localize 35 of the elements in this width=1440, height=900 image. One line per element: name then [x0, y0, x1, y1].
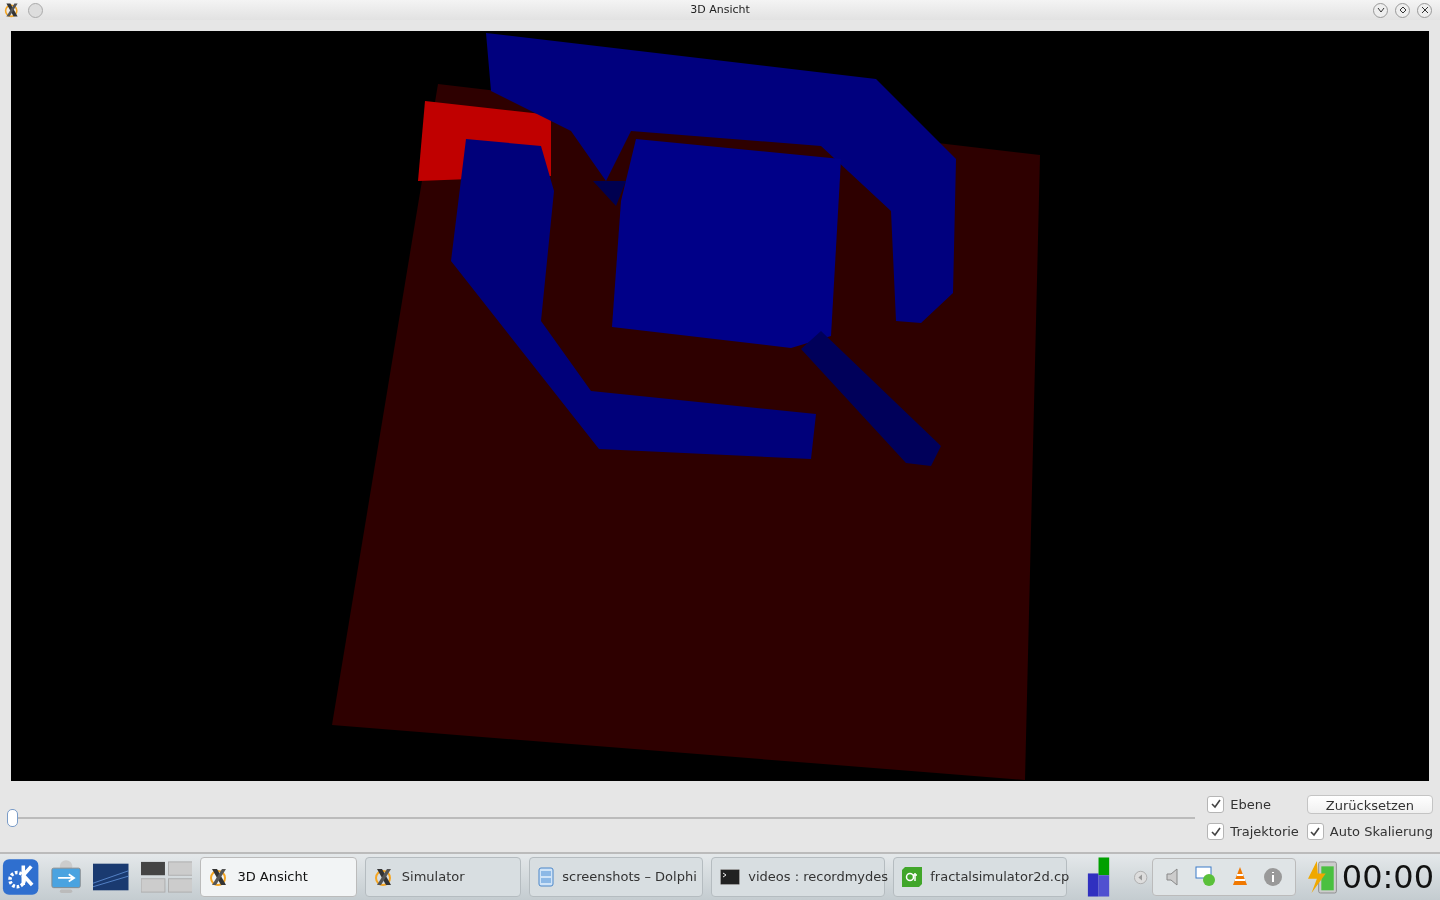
x-logo-icon — [4, 2, 20, 18]
checkbox-label: Trajektorie — [1230, 823, 1299, 841]
maximize-button[interactable] — [1395, 2, 1410, 18]
taskbar-task[interactable]: Simulator — [364, 857, 522, 897]
checkbox[interactable] — [1207, 795, 1225, 813]
pager-icon[interactable] — [140, 859, 193, 895]
checkbox[interactable] — [1207, 823, 1225, 841]
taskbar-task[interactable]: 3D Ansicht — [200, 857, 357, 897]
chevron-down-icon — [1376, 6, 1385, 14]
slider-handle[interactable] — [7, 809, 18, 827]
diamond-icon — [1398, 6, 1407, 14]
checkbox-label: Auto Skalierung — [1329, 823, 1433, 841]
taskbar-task[interactable]: videos : recordmydes — [711, 857, 886, 897]
checkmark-icon — [1209, 825, 1222, 838]
close-button[interactable] — [1417, 2, 1432, 18]
minimize-button[interactable] — [1373, 2, 1388, 18]
info-icon[interactable] — [1262, 867, 1283, 887]
kde-menu-icon[interactable] — [2, 856, 40, 898]
file-cabinet-icon — [538, 867, 555, 887]
qt-logo-icon — [902, 867, 923, 887]
clock[interactable]: 00:00 — [1341, 861, 1434, 893]
taskbar-task[interactable]: screenshots – Dolphi — [529, 857, 704, 897]
checkbox-label: Ebene — [1230, 795, 1272, 814]
close-icon — [1420, 6, 1429, 14]
checkmark-icon — [1309, 825, 1322, 838]
reset-button[interactable]: Zurücksetzen — [1306, 794, 1433, 814]
cpu-meter-icon — [1087, 855, 1111, 899]
arrow-left-icon[interactable] — [1134, 869, 1148, 885]
checkmark-icon — [1209, 798, 1222, 811]
checkbox[interactable] — [1306, 823, 1324, 841]
x-logo-icon — [373, 867, 394, 887]
terminal-icon — [720, 869, 741, 885]
window-title: 3D Ansicht — [690, 1, 750, 18]
desktop-icon[interactable] — [93, 862, 129, 892]
taskbar-task[interactable]: fractalsimulator2d.cp — [893, 857, 1068, 897]
